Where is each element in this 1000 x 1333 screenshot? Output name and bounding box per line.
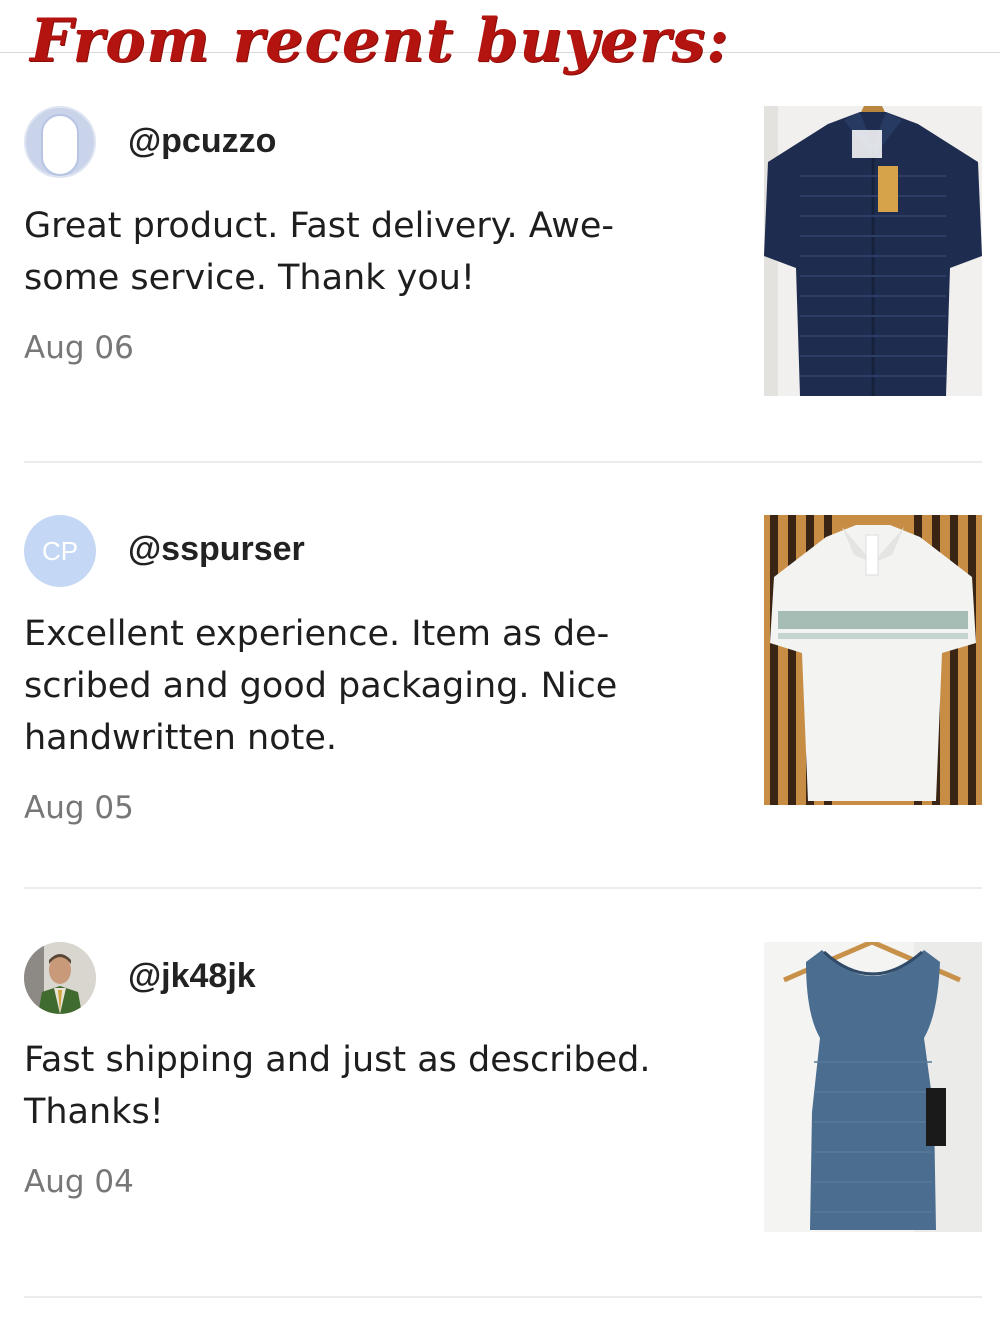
product-photo[interactable] bbox=[764, 942, 982, 1232]
product-photo[interactable] bbox=[764, 515, 982, 805]
user-photo bbox=[24, 942, 96, 1014]
divider bbox=[24, 887, 982, 889]
initials-avatar[interactable]: CP bbox=[24, 515, 96, 587]
comment-line: Great product. Fast delivery. Awe- bbox=[24, 206, 615, 246]
username[interactable]: @sspurser bbox=[128, 530, 305, 569]
comment-line: Excellent experience. Item as de- bbox=[24, 614, 610, 654]
comment-line: scribed and good packaging. Nice bbox=[24, 666, 618, 706]
divider bbox=[24, 461, 982, 463]
divider bbox=[24, 1296, 982, 1298]
product-photo[interactable] bbox=[764, 106, 982, 396]
blue-tank-top-image bbox=[764, 942, 982, 1232]
review-date: Aug 04 bbox=[24, 1164, 134, 1200]
username[interactable]: @jk48jk bbox=[128, 957, 256, 996]
comment-line: Thanks! bbox=[24, 1092, 164, 1132]
review-comment: Fast shipping and just as described. Tha… bbox=[24, 1034, 714, 1138]
banner-title: From recent buyers: bbox=[30, 6, 730, 76]
review-date: Aug 05 bbox=[24, 790, 134, 826]
white-polo-image bbox=[764, 515, 982, 805]
comment-line: handwritten note. bbox=[24, 718, 338, 758]
username[interactable]: @pcuzzo bbox=[128, 122, 276, 161]
navy-shirt-image bbox=[764, 106, 982, 396]
comment-line: some service. Thank you! bbox=[24, 258, 475, 298]
banner: From recent buyers: bbox=[0, 0, 1000, 100]
blank-avatar-icon[interactable] bbox=[24, 106, 96, 178]
comment-line: Fast shipping and just as described. bbox=[24, 1040, 651, 1080]
review-date: Aug 06 bbox=[24, 330, 134, 366]
review-comment: Great product. Fast delivery. Awe- some … bbox=[24, 200, 714, 304]
user-photo-avatar[interactable] bbox=[24, 942, 96, 1014]
review-comment: Excellent experience. Item as de- scribe… bbox=[24, 608, 714, 764]
